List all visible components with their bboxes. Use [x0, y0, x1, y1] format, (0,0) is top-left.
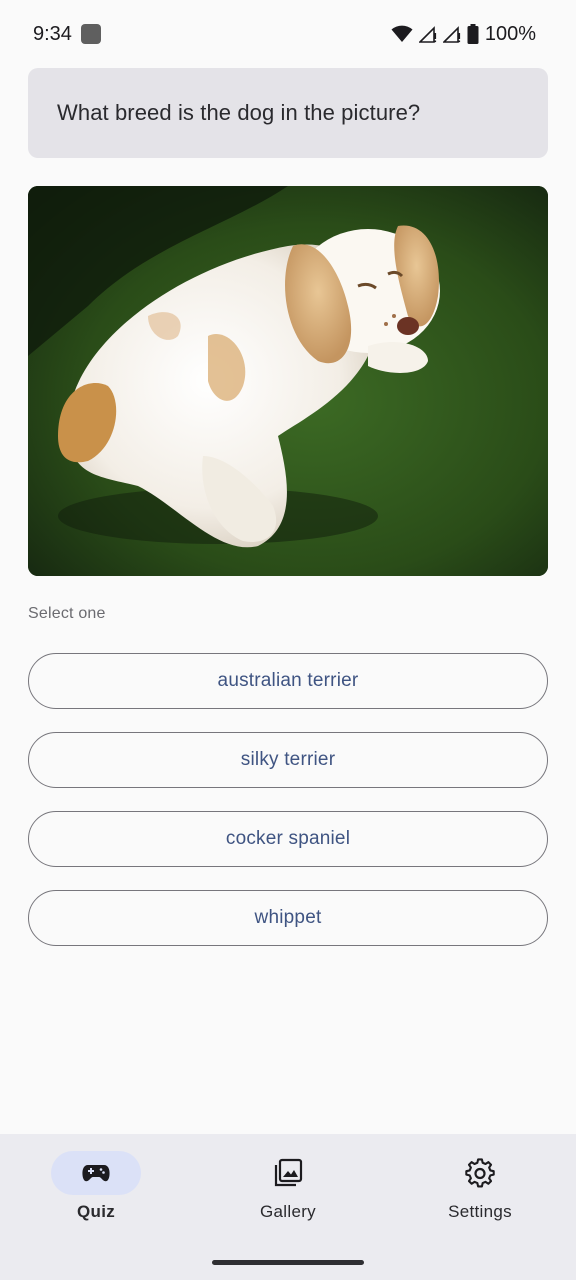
- signal-icon: [418, 26, 436, 43]
- battery-percent: 100%: [484, 22, 536, 45]
- option-label: australian terrier: [217, 670, 359, 691]
- option-label: silky terrier: [240, 749, 336, 770]
- status-bar: 9:34 100%: [0, 0, 576, 68]
- gear-icon: [465, 1158, 495, 1188]
- question-text: What breed is the dog in the picture?: [57, 100, 421, 125]
- gamepad-icon: [82, 1165, 110, 1182]
- nav-icon-container: [435, 1151, 525, 1195]
- signal-icon: [442, 26, 460, 43]
- nav-active-indicator: [51, 1151, 141, 1195]
- answer-options: australian terrier silky terrier cocker …: [28, 653, 548, 969]
- home-indicator[interactable]: [212, 1260, 364, 1265]
- option-silky-terrier[interactable]: silky terrier: [28, 732, 548, 788]
- status-right: 100%: [391, 23, 536, 46]
- nav-item-gallery[interactable]: Gallery: [192, 1134, 384, 1244]
- notification-square-icon: [80, 24, 101, 44]
- nav-label: Gallery: [260, 1202, 316, 1221]
- question-card: What breed is the dog in the picture?: [28, 68, 548, 158]
- option-australian-terrier[interactable]: australian terrier: [28, 653, 548, 709]
- option-label: cocker spaniel: [225, 828, 351, 849]
- select-one-label: Select one: [28, 605, 106, 622]
- option-whippet[interactable]: whippet: [28, 890, 548, 946]
- nav-item-settings[interactable]: Settings: [384, 1134, 576, 1244]
- wifi-icon: [391, 25, 413, 42]
- quiz-photo: [28, 186, 548, 576]
- nav-item-quiz[interactable]: Quiz: [0, 1134, 192, 1244]
- dog-image: [28, 186, 548, 576]
- status-left: 9:34: [33, 23, 101, 46]
- nav-label: Quiz: [76, 1202, 116, 1221]
- gallery-icon: [274, 1158, 303, 1187]
- battery-icon: [467, 24, 479, 44]
- clock: 9:34: [33, 22, 72, 45]
- option-label: whippet: [254, 907, 322, 928]
- option-cocker-spaniel[interactable]: cocker spaniel: [28, 811, 548, 867]
- nav-icon-container: [243, 1151, 333, 1195]
- nav-label: Settings: [448, 1202, 512, 1221]
- bottom-navigation: Quiz Gallery Settings: [0, 1134, 576, 1280]
